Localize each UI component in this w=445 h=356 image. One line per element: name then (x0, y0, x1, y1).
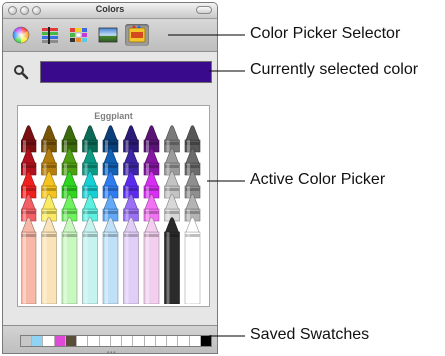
callout-current-color: Currently selected color (250, 61, 419, 78)
callout-active-color-picker: Active Color Picker (250, 171, 386, 188)
callout-color-picker-selector: Color Picker Selector (250, 25, 401, 42)
callout-saved-swatches: Saved Swatches (250, 326, 370, 343)
